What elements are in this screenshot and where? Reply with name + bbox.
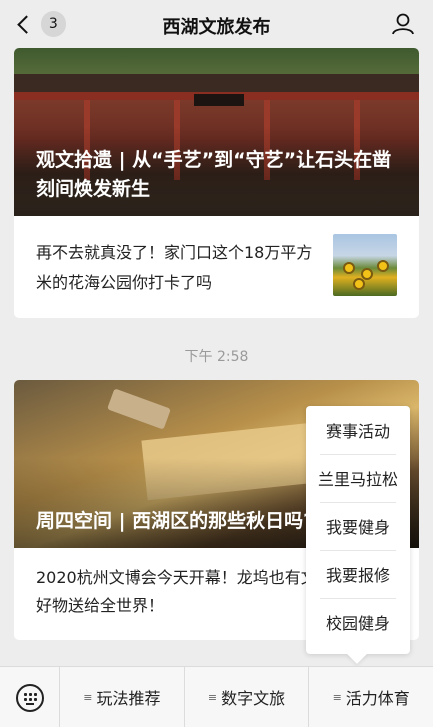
temple-plaque xyxy=(194,94,244,106)
popup-submenu: 赛事活动 兰里马拉松 我要健身 我要报修 校园健身 xyxy=(306,406,410,664)
tab-digital-tourism[interactable]: ≡ 数字文旅 xyxy=(185,667,310,727)
sub-article-row-1[interactable]: 再不去就真没了！家门口这个18万平方米的花海公园你打卡了吗 xyxy=(14,216,419,318)
sunflower-thumbnail[interactable] xyxy=(333,234,397,296)
keyboard-icon xyxy=(15,683,44,712)
temple-roof xyxy=(14,74,419,92)
sub-article-title-1[interactable]: 再不去就真没了！家门口这个18万平方米的花海公园你打卡了吗 xyxy=(36,238,316,298)
hero-image-1[interactable]: 观文拾遗 | 从“手艺”到“守艺”让石头在凿刻间焕发新生 xyxy=(14,48,419,216)
menu-item-campus-fitness[interactable]: 校园健身 xyxy=(306,598,410,646)
menu-item-events[interactable]: 赛事活动 xyxy=(306,406,410,454)
lamp-shape xyxy=(107,388,171,430)
article-card-1[interactable]: 观文拾遗 | 从“手艺”到“守艺”让石头在凿刻间焕发新生 再不去就真没了！家门口… xyxy=(14,48,419,318)
profile-icon[interactable] xyxy=(391,13,415,35)
sunflower xyxy=(361,268,373,280)
menu-item-fitness[interactable]: 我要健身 xyxy=(306,502,410,550)
sunflower xyxy=(353,278,365,290)
bottom-menu-bar: ≡ 玩法推荐 ≡ 数字文旅 ≡ 活力体育 xyxy=(0,666,433,727)
top-nav-bar: 3 西湖文旅发布 xyxy=(0,0,433,48)
message-timestamp: 下午 2:58 xyxy=(184,349,249,365)
sunflower xyxy=(343,262,355,274)
keyboard-toggle-button[interactable] xyxy=(0,667,60,727)
tab-label: 数字文旅 xyxy=(221,689,286,708)
menu-lines-icon: ≡ xyxy=(83,690,93,704)
sub-article-title-2[interactable]: 2020杭州文博会今天开幕！龙坞也有文创好物送给全世界！ xyxy=(36,564,336,620)
menu-item-marathon[interactable]: 兰里马拉松 xyxy=(306,454,410,502)
tab-recommend[interactable]: ≡ 玩法推荐 xyxy=(60,667,185,727)
page-title: 西湖文旅发布 xyxy=(162,17,271,38)
menu-lines-icon: ≡ xyxy=(207,690,218,704)
tab-label: 玩法推荐 xyxy=(96,689,161,708)
tab-label: 活力体育 xyxy=(345,689,410,708)
tab-sports[interactable]: ≡ 活力体育 xyxy=(309,667,433,727)
sunflower xyxy=(377,260,389,272)
menu-lines-icon: ≡ xyxy=(332,690,342,704)
hero-title-1[interactable]: 观文拾遗 | 从“手艺”到“守艺”让石头在凿刻间焕发新生 xyxy=(36,146,403,204)
menu-pointer-arrow xyxy=(347,644,367,664)
menu-item-register[interactable]: 我要报修 xyxy=(306,550,410,598)
